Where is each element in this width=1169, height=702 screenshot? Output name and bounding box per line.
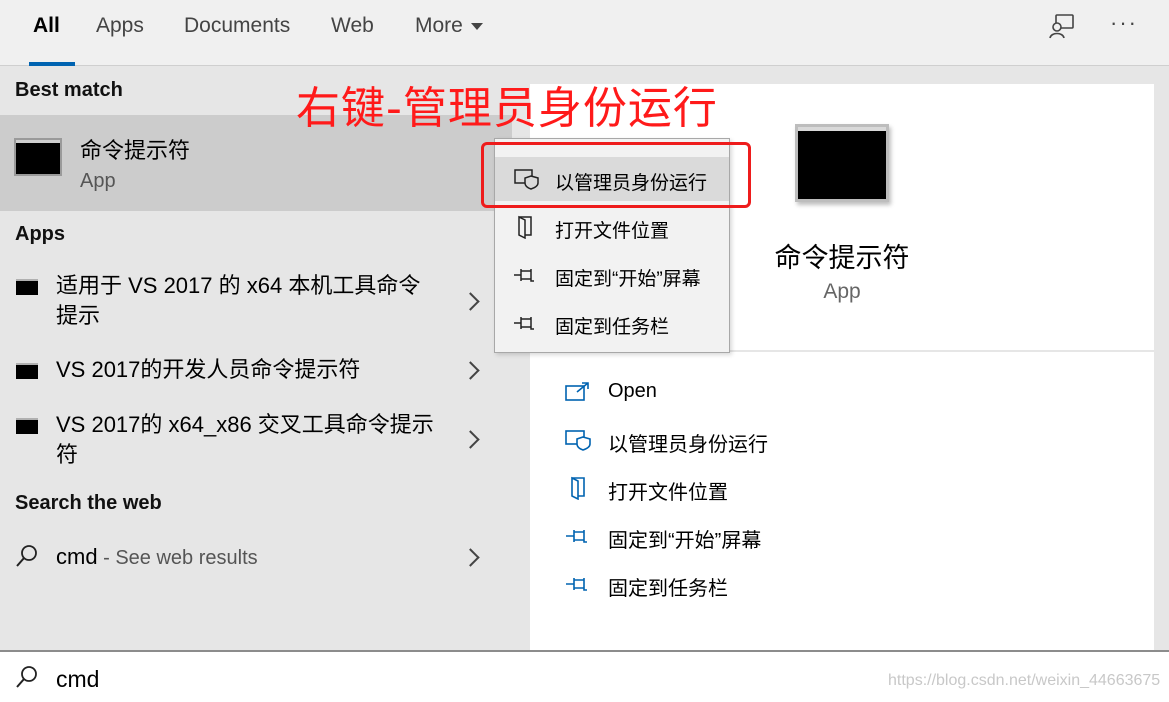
- web-result-item[interactable]: cmd - See web results: [0, 537, 512, 579]
- open-icon: [564, 380, 592, 404]
- more-options-icon[interactable]: ···: [1110, 10, 1138, 36]
- command-prompt-icon: [16, 363, 38, 379]
- annotation-highlight-box: [481, 142, 751, 208]
- folder-open-icon: [513, 215, 539, 240]
- list-item[interactable]: 适用于 VS 2017 的 x64 本机工具命令提示: [0, 267, 512, 337]
- tab-more[interactable]: More: [415, 12, 483, 40]
- best-match-type: App: [80, 170, 116, 192]
- tab-more-label: More: [415, 14, 463, 37]
- pin-icon: [564, 524, 592, 548]
- apps-heading: Apps: [15, 223, 65, 245]
- shield-icon: [564, 428, 592, 452]
- command-prompt-icon: [16, 279, 38, 295]
- app-item-label: VS 2017的 x64_x86 交叉工具命令提示符: [56, 412, 434, 467]
- action-label: 固定到任务栏: [608, 578, 728, 600]
- action-label: Open: [608, 380, 657, 402]
- web-result-text: cmd - See web results: [56, 542, 436, 573]
- search-input[interactable]: cmd: [56, 666, 99, 693]
- action-label: 固定到“开始”屏幕: [608, 530, 762, 552]
- app-item-label: 适用于 VS 2017 的 x64 本机工具命令提示: [56, 273, 421, 328]
- search-bar[interactable]: cmd https://blog.csdn.net/weixin_4466367…: [0, 650, 1169, 702]
- results-list: Best match 命令提示符 App Apps 适用于 VS 2017 的 …: [0, 67, 512, 650]
- context-menu-open-file-location[interactable]: 打开文件位置: [495, 205, 729, 249]
- context-menu-pin-start[interactable]: 固定到“开始”屏幕: [495, 253, 729, 297]
- action-label: 以管理员身份运行: [608, 434, 768, 456]
- list-item[interactable]: VS 2017的开发人员命令提示符: [0, 352, 512, 392]
- context-menu-label: 打开文件位置: [555, 221, 670, 242]
- best-match-name: 命令提示符: [80, 138, 191, 163]
- annotation-text: 右键-管理员身份运行: [296, 83, 718, 134]
- folder-open-icon: [564, 476, 592, 501]
- feedback-icon[interactable]: [1048, 12, 1076, 45]
- tab-all[interactable]: All: [33, 12, 60, 40]
- pin-icon: [513, 263, 539, 287]
- action-label: 打开文件位置: [608, 482, 728, 504]
- chevron-down-icon: [470, 22, 483, 30]
- tab-web[interactable]: Web: [331, 12, 374, 40]
- tab-documents[interactable]: Documents: [184, 12, 290, 40]
- watermark: https://blog.csdn.net/weixin_44663675: [888, 672, 1161, 689]
- search-tabs-bar: All Apps Documents Web More ···: [0, 0, 1169, 66]
- chevron-right-icon[interactable]: [461, 548, 480, 567]
- chevron-right-icon[interactable]: [461, 361, 480, 380]
- list-item[interactable]: VS 2017的 x64_x86 交叉工具命令提示符: [0, 407, 512, 473]
- command-prompt-icon: [16, 418, 38, 434]
- search-icon: [14, 664, 40, 695]
- best-match-heading: Best match: [15, 79, 123, 101]
- pin-icon: [564, 572, 592, 596]
- active-tab-indicator: [29, 62, 75, 66]
- context-menu-label: 固定到任务栏: [555, 317, 670, 338]
- app-item-label: VS 2017的开发人员命令提示符: [56, 357, 361, 382]
- search-web-heading: Search the web: [15, 492, 162, 514]
- pin-icon: [513, 311, 539, 335]
- search-icon: [14, 543, 40, 574]
- chevron-right-icon[interactable]: [461, 292, 480, 311]
- context-menu-label: 固定到“开始”屏幕: [555, 269, 701, 290]
- web-suffix: - See web results: [97, 547, 258, 569]
- command-prompt-icon: [795, 124, 889, 202]
- web-query: cmd: [56, 544, 98, 569]
- command-prompt-icon: [14, 138, 62, 176]
- context-menu-pin-taskbar[interactable]: 固定到任务栏: [495, 301, 729, 345]
- tab-apps[interactable]: Apps: [96, 12, 144, 40]
- chevron-right-icon[interactable]: [461, 430, 480, 449]
